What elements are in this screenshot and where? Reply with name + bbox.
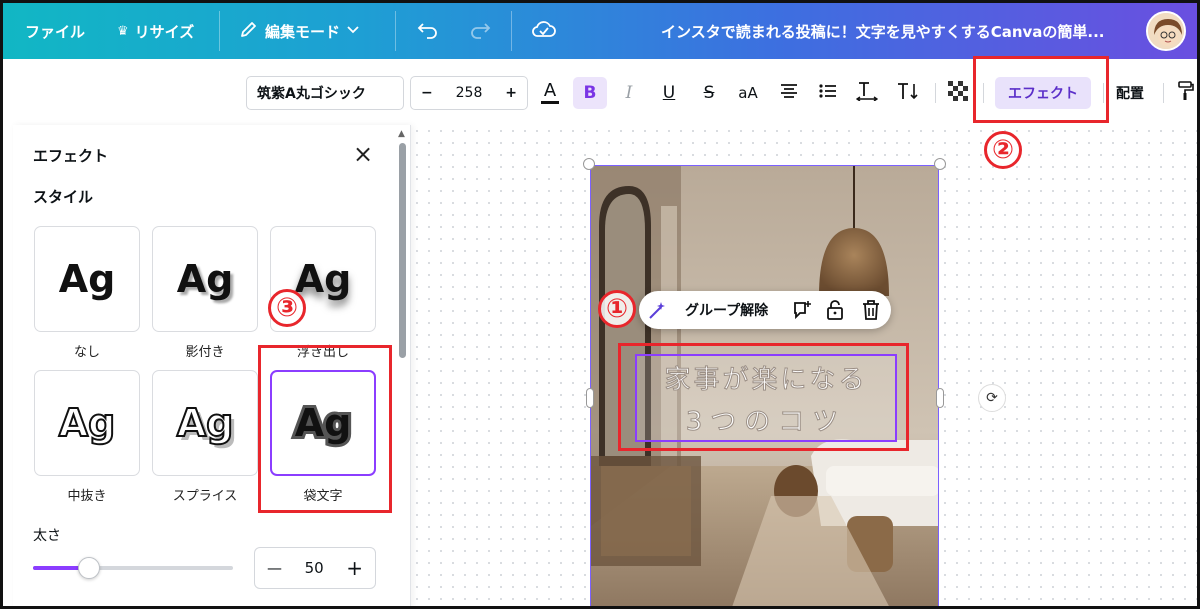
underline-label: U xyxy=(662,83,676,103)
paint-roller-icon xyxy=(1176,80,1194,107)
resize-button[interactable]: ♛ リサイズ xyxy=(117,3,194,59)
lock-icon[interactable] xyxy=(825,299,845,325)
trash-icon[interactable] xyxy=(861,299,881,325)
undo-button[interactable] xyxy=(417,3,439,59)
transparency-button[interactable] xyxy=(947,77,969,109)
color-swatch xyxy=(541,101,559,104)
tile-glyph: Ag xyxy=(58,257,116,301)
effect-tile-hollow[interactable]: Ag xyxy=(34,370,140,476)
tile-label: スプライス xyxy=(172,489,238,504)
annotation-number-1: ① xyxy=(598,290,636,328)
divider xyxy=(1163,83,1164,103)
app-window: ファイル ♛ リサイズ 編集モード インスタで読まれる投稿に！文字を見やすくする… xyxy=(0,0,1200,609)
bold-button[interactable]: B xyxy=(573,77,607,109)
effect-tile-none[interactable]: Ag xyxy=(34,226,140,332)
divider xyxy=(219,11,220,51)
bold-label: B xyxy=(583,83,597,103)
italic-label: I xyxy=(625,83,633,103)
text-spacing-icon xyxy=(855,81,879,106)
align-center-icon xyxy=(780,83,798,104)
tile-label: なし xyxy=(73,345,100,360)
thickness-slider-thumb[interactable] xyxy=(78,557,100,579)
vertical-text-button[interactable] xyxy=(895,77,921,109)
divider xyxy=(395,11,396,51)
strikethrough-button[interactable]: S xyxy=(699,77,719,109)
text-color-glyph: A xyxy=(543,80,557,101)
annotation-box-effect xyxy=(973,56,1109,123)
redo-button[interactable] xyxy=(469,3,491,59)
panel-title: エフェクト xyxy=(33,147,109,165)
divider xyxy=(511,11,512,51)
rotate-button[interactable]: ⟳ xyxy=(978,384,1006,412)
font-size-increase-button[interactable]: + xyxy=(505,85,517,101)
tile-glyph: Ag xyxy=(294,257,352,301)
annotation-box-text xyxy=(618,343,909,451)
panel-scrollbar[interactable] xyxy=(399,143,406,358)
underline-button[interactable]: U xyxy=(659,77,679,109)
resize-handle[interactable] xyxy=(934,158,946,170)
tile-glyph: Ag xyxy=(58,400,117,446)
edit-mode-label: 編集モード xyxy=(265,22,341,41)
tile-label: 影付き xyxy=(185,345,225,360)
annotation-number-3: ③ xyxy=(268,289,306,327)
cloud-save-button[interactable] xyxy=(531,3,557,59)
cloud-check-icon xyxy=(531,18,557,44)
resize-label: リサイズ xyxy=(134,22,195,41)
spacing-button[interactable] xyxy=(855,77,879,109)
thickness-value[interactable]: 50 xyxy=(305,559,324,577)
font-size-value[interactable]: 258 xyxy=(456,85,483,101)
thickness-label: 太さ xyxy=(33,528,61,544)
bullet-list-icon xyxy=(819,83,837,104)
list-button[interactable] xyxy=(817,77,839,109)
thickness-increase-button[interactable]: + xyxy=(346,556,363,580)
paint-roller-button[interactable] xyxy=(1175,77,1195,109)
redo-icon xyxy=(469,18,491,44)
undo-icon xyxy=(417,18,439,44)
ungroup-button[interactable]: グループ解除 xyxy=(685,291,768,329)
font-family-selector[interactable]: 筑紫A丸ゴシック xyxy=(246,76,404,110)
divider xyxy=(935,83,936,103)
arrange-label: 配置 xyxy=(1116,86,1144,102)
italic-button[interactable]: I xyxy=(619,77,639,109)
chevron-down-icon xyxy=(346,22,360,40)
annotation-number-2: ② xyxy=(984,131,1022,169)
file-menu[interactable]: ファイル xyxy=(25,3,85,59)
checkerboard-icon xyxy=(948,80,968,106)
edit-mode-dropdown[interactable]: 編集モード xyxy=(239,3,360,59)
thickness-stepper: — 50 + xyxy=(254,547,376,589)
magic-wand-icon[interactable] xyxy=(647,299,669,325)
top-bar: ファイル ♛ リサイズ 編集モード インスタで読まれる投稿に！文字を見やすくする… xyxy=(3,3,1197,59)
letter-case-button[interactable]: aA xyxy=(736,77,760,109)
tile-glyph: Ag xyxy=(176,257,234,301)
crown-icon: ♛ xyxy=(117,23,129,39)
strikethrough-label: S xyxy=(703,83,715,103)
resize-handle[interactable] xyxy=(936,388,944,408)
annotation-box-tile xyxy=(258,345,392,513)
style-heading: スタイル xyxy=(33,188,94,206)
avatar[interactable] xyxy=(1146,11,1186,51)
text-color-button[interactable]: A xyxy=(539,77,561,109)
tile-label: 中抜き xyxy=(67,489,107,504)
resize-handle[interactable] xyxy=(583,158,595,170)
pencil-icon xyxy=(239,19,259,43)
vertical-text-icon xyxy=(896,81,920,106)
letter-case-label: aA xyxy=(738,84,758,102)
resize-handle[interactable] xyxy=(586,388,594,408)
font-size-decrease-button[interactable]: − xyxy=(421,85,433,101)
effect-tile-splice[interactable]: Ag xyxy=(152,370,258,476)
file-menu-label: ファイル xyxy=(25,22,86,41)
align-button[interactable] xyxy=(778,77,800,109)
thickness-decrease-button[interactable]: — xyxy=(267,559,282,577)
tile-glyph: Ag xyxy=(176,400,235,446)
font-family-label: 筑紫A丸ゴシック xyxy=(257,86,366,102)
arrange-button[interactable]: 配置 xyxy=(1116,77,1144,109)
document-title[interactable]: インスタで読まれる投稿に！文字を見やすくするCanvaの簡単... xyxy=(661,3,1105,59)
close-icon[interactable]: × xyxy=(351,142,375,166)
scroll-up-icon[interactable]: ▲ xyxy=(398,129,405,139)
comment-add-icon[interactable] xyxy=(791,299,813,325)
rotate-icon: ⟳ xyxy=(986,390,998,406)
effect-tile-shadow[interactable]: Ag xyxy=(152,226,258,332)
font-size-stepper: − 258 + xyxy=(410,76,528,110)
